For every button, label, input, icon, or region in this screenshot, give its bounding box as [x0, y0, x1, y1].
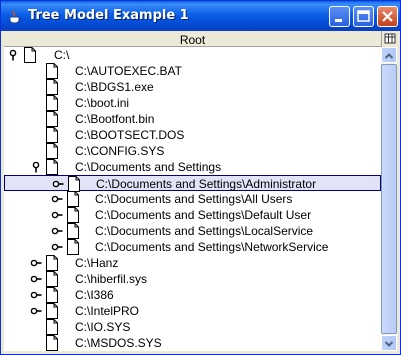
collapsed-key-icon[interactable]: [30, 257, 42, 269]
column-header[interactable]: Root: [4, 31, 381, 47]
tree-row[interactable]: C:\BDGS1.exe: [4, 79, 381, 95]
collapsed-key-icon[interactable]: [30, 305, 42, 317]
close-button[interactable]: [377, 6, 398, 27]
file-icon: [46, 95, 58, 111]
tree-node-label: C:\boot.ini: [75, 96, 130, 110]
column-header-label: Root: [179, 33, 206, 47]
file-icon: [68, 176, 80, 192]
arrow-down-icon: [384, 341, 394, 347]
tree-node-label: C:\Documents and Settings\Administrator: [96, 177, 317, 191]
file-icon: [67, 191, 79, 207]
file-icon: [46, 79, 58, 95]
tree-row[interactable]: C:\Hanz: [4, 255, 381, 271]
tree-node-label: C:\IntelPRO: [75, 304, 140, 318]
tree-node-label: C:\Documents and Settings\All Users: [95, 192, 293, 206]
tree-row[interactable]: C:\AUTOEXEC.BAT: [4, 63, 381, 79]
scroll-thumb[interactable]: [381, 64, 397, 334]
file-icon: [46, 159, 58, 175]
collapsed-key-icon[interactable]: [30, 289, 42, 301]
tree-node-label: C:\CONFIG.SYS: [75, 144, 165, 158]
tree-node-label: C:\Documents and Settings\NetworkService: [95, 240, 329, 254]
file-icon: [24, 47, 36, 63]
tree-row[interactable]: C:\Documents and Settings\Default User: [4, 207, 381, 223]
tree-node-label: C:\Bootfont.bin: [75, 112, 155, 126]
java-cup-icon: [9, 10, 21, 24]
collapsed-key-icon[interactable]: [51, 241, 63, 253]
tree-node-label: C:\MSDOS.SYS: [75, 336, 162, 350]
vertical-scrollbar[interactable]: [381, 47, 397, 351]
collapsed-key-icon[interactable]: [51, 209, 63, 221]
expanded-key-icon[interactable]: [30, 161, 42, 173]
tree-node-label: C:\BDGS1.exe: [75, 80, 154, 94]
file-icon: [46, 63, 58, 79]
tree-row[interactable]: C:\Documents and Settings\LocalService: [4, 223, 381, 239]
file-icon: [46, 319, 58, 335]
tree-node-label: C:\Documents and Settings\Default User: [95, 208, 312, 222]
tree-row[interactable]: C:\BOOTSECT.DOS: [4, 127, 381, 143]
tree-rows: C:\ C:\AUTOEXEC.BAT C:\BDGS1.exe C:\boot.in…: [4, 47, 381, 351]
file-icon: [46, 303, 58, 319]
collapsed-key-icon[interactable]: [30, 273, 42, 285]
tree-node-label: C:\BOOTSECT.DOS: [75, 128, 185, 142]
tree-row[interactable]: C:\I386: [4, 287, 381, 303]
window-title: Tree Model Example 1: [28, 8, 189, 23]
column-chooser-icon: [384, 33, 396, 44]
tree-node-label: C:\AUTOEXEC.BAT: [75, 64, 182, 78]
expanded-key-icon[interactable]: [7, 49, 19, 61]
tree-row[interactable]: C:\Documents and Settings: [4, 159, 381, 175]
file-icon: [46, 335, 58, 351]
scroll-down-button[interactable]: [381, 335, 397, 351]
arrow-up-icon: [384, 53, 394, 59]
tree-row[interactable]: C:\: [4, 47, 381, 63]
tree-row-selected[interactable]: C:\Documents and Settings\Administrator: [4, 175, 381, 192]
tree-node-label: C:\Hanz: [75, 256, 119, 270]
file-icon: [46, 271, 58, 287]
tree-node-label: C:\IO.SYS: [75, 320, 131, 334]
file-icon: [67, 207, 79, 223]
file-icon: [67, 223, 79, 239]
tree-node-label: C:\Documents and Settings: [75, 160, 222, 174]
tree-row[interactable]: C:\IntelPRO: [4, 303, 381, 319]
tree-row[interactable]: C:\IO.SYS: [4, 319, 381, 335]
tree-row[interactable]: C:\boot.ini: [4, 95, 381, 111]
tree-row[interactable]: C:\CONFIG.SYS: [4, 143, 381, 159]
tree-table: Root C:\ C:\AUTOEXEC.BAT C:\BDGS1.exe C:\bo…: [4, 31, 397, 351]
column-chooser-button[interactable]: [381, 31, 397, 47]
close-icon: [382, 11, 393, 22]
tree-node-label: C:\: [54, 48, 70, 62]
collapsed-key-icon[interactable]: [51, 193, 63, 205]
tree-row[interactable]: C:\hiberfil.sys: [4, 271, 381, 287]
maximize-icon: [357, 10, 370, 22]
tree-node-label: C:\I386: [75, 288, 114, 302]
file-icon: [46, 111, 58, 127]
tree-row[interactable]: C:\Documents and Settings\NetworkService: [4, 239, 381, 255]
minimize-button[interactable]: [329, 6, 350, 27]
tree-row[interactable]: C:\MSDOS.SYS: [4, 335, 381, 351]
collapsed-key-icon[interactable]: [51, 225, 63, 237]
app-window: Tree Model Example 1 Root C:\ C:\AUTOEXE…: [0, 0, 401, 355]
tree-node-label: C:\Documents and Settings\LocalService: [95, 224, 314, 238]
tree-row[interactable]: C:\Bootfont.bin: [4, 111, 381, 127]
scroll-up-button[interactable]: [381, 47, 397, 63]
file-icon: [46, 127, 58, 143]
tree-row[interactable]: C:\Documents and Settings\All Users: [4, 191, 381, 207]
file-icon: [67, 239, 79, 255]
file-icon: [46, 255, 58, 271]
tree-node-label: C:\hiberfil.sys: [75, 272, 148, 286]
minimize-icon: [335, 19, 342, 22]
file-icon: [46, 143, 58, 159]
title-bar[interactable]: Tree Model Example 1: [1, 1, 400, 31]
maximize-button[interactable]: [353, 6, 374, 27]
file-icon: [46, 287, 58, 303]
collapsed-key-icon[interactable]: [52, 178, 64, 190]
